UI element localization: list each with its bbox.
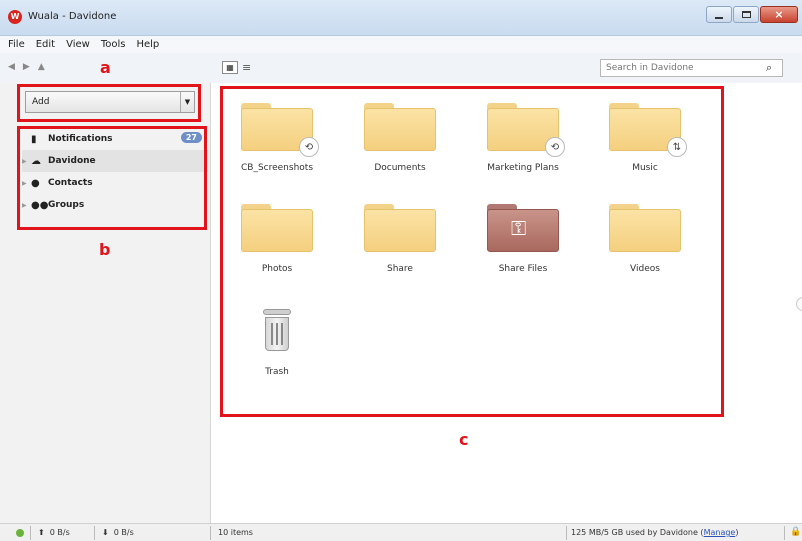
back-arrow-icon[interactable]: ◀ — [8, 62, 15, 72]
menu-bar: File Edit View Tools Help — [0, 36, 802, 53]
maximize-button[interactable] — [733, 6, 759, 23]
menu-help[interactable]: Help — [136, 39, 159, 50]
divider — [210, 526, 211, 540]
annotation-box-b — [17, 126, 207, 230]
toolbar: ◀ ▶ ▲ ▦ ≡ ⌕ — [0, 53, 802, 83]
minimize-button[interactable] — [706, 6, 732, 23]
upload-rate-value: 0 B/s — [49, 528, 70, 537]
storage-usage: 125 MB/5 GB used by Davidone (Manage) — [571, 528, 739, 537]
window-title: Wuala - Davidone — [28, 11, 117, 22]
menu-view[interactable]: View — [66, 39, 90, 50]
up-arrow-icon[interactable]: ▲ — [38, 62, 45, 72]
divider — [566, 526, 567, 540]
maximize-icon — [741, 11, 751, 18]
annotation-box-c — [220, 86, 724, 417]
list-view-button[interactable]: ≡ — [242, 61, 251, 74]
divider — [94, 526, 95, 540]
grid-icon: ▦ — [226, 63, 234, 72]
annotation-box-a — [17, 84, 201, 122]
download-rate: ⬇ 0 B/s — [102, 528, 134, 537]
menu-file[interactable]: File — [8, 39, 25, 50]
close-icon: × — [774, 8, 784, 21]
menu-edit[interactable]: Edit — [36, 39, 55, 50]
wuala-logo-icon: W — [8, 10, 22, 24]
manage-link[interactable]: Manage — [704, 528, 736, 537]
search-icon[interactable]: ⌕ — [766, 61, 772, 75]
menu-tools[interactable]: Tools — [101, 39, 126, 50]
item-count: 10 items — [218, 528, 253, 537]
navigation-arrows: ◀ ▶ ▲ — [8, 62, 45, 72]
online-status-icon — [16, 529, 24, 537]
annotation-label-b: b — [99, 240, 111, 259]
minimize-icon — [715, 16, 723, 19]
close-button[interactable]: × — [760, 6, 798, 23]
grid-view-button[interactable]: ▦ — [222, 61, 238, 74]
status-bar: ⬆ 0 B/s ⬇ 0 B/s 10 items 125 MB/5 GB use… — [0, 523, 802, 541]
annotation-label-c: c — [459, 430, 469, 449]
storage-usage-text: 125 MB/5 GB used by Davidone — [571, 528, 698, 537]
download-icon: ⬇ — [102, 528, 109, 537]
scroll-handle[interactable] — [796, 297, 802, 311]
divider — [784, 526, 785, 540]
forward-arrow-icon[interactable]: ▶ — [23, 62, 30, 72]
divider — [30, 526, 31, 540]
list-icon: ≡ — [242, 61, 252, 74]
search-input[interactable] — [600, 59, 783, 77]
upload-icon: ⬆ — [38, 528, 45, 537]
annotation-label-a: a — [100, 58, 111, 77]
window-controls: × — [706, 6, 798, 23]
download-rate-value: 0 B/s — [113, 528, 134, 537]
title-bar: W Wuala - Davidone × — [0, 0, 802, 36]
lock-icon[interactable]: 🔒 — [790, 527, 801, 537]
upload-rate: ⬆ 0 B/s — [38, 528, 70, 537]
